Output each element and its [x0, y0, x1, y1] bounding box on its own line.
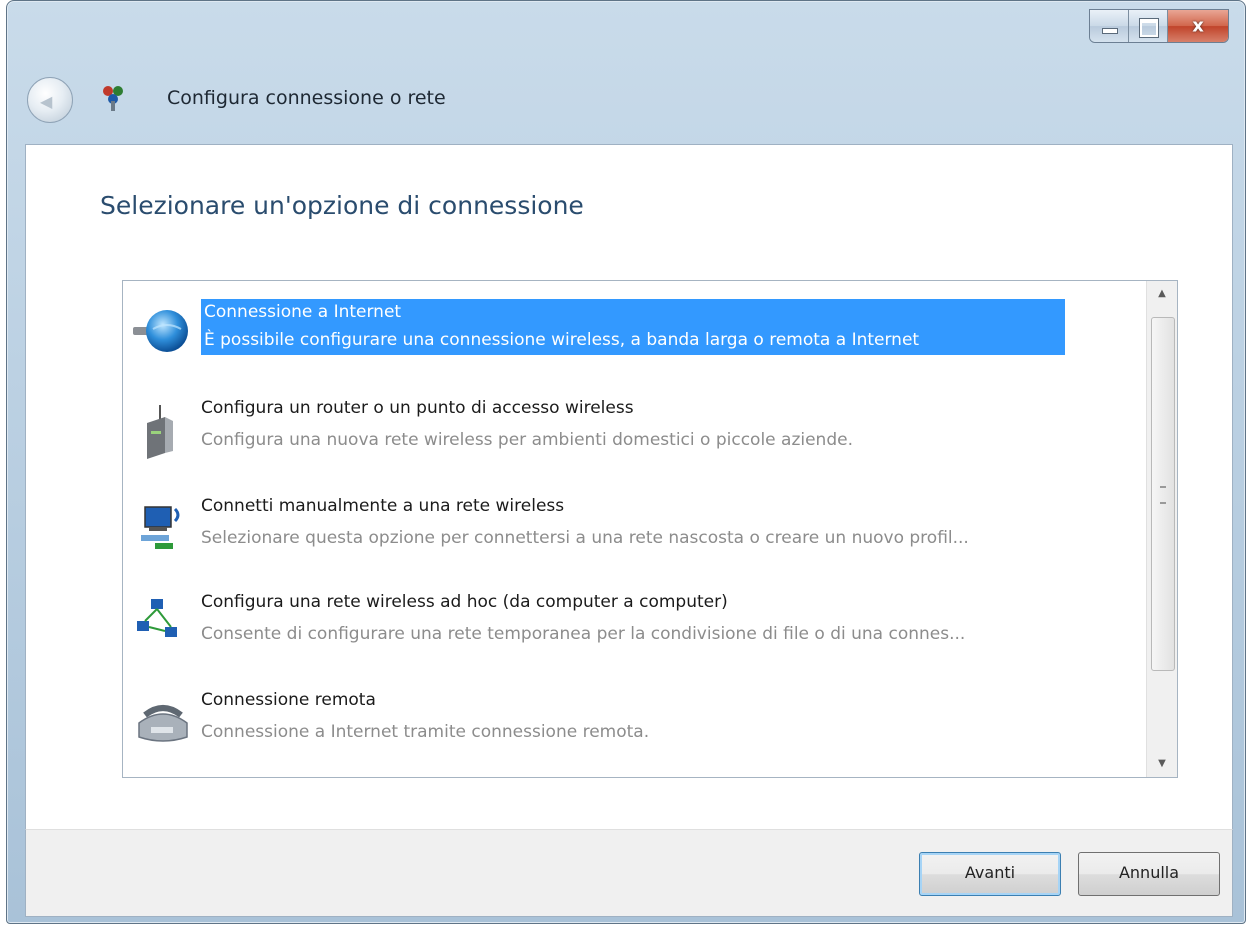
- scrollbar-grip: [1160, 486, 1166, 504]
- caption-buttons: x: [1089, 9, 1229, 43]
- option-description: Configura una nuova rete wireless per am…: [201, 430, 853, 450]
- close-icon: x: [1192, 15, 1204, 37]
- globe-icon: [133, 310, 188, 352]
- option-connessione-remota[interactable]: Connessione remota Connessione a Interne…: [131, 679, 1131, 759]
- scrollbar-thumb[interactable]: [1151, 317, 1175, 671]
- wireless-computer-icon: [141, 506, 180, 549]
- maximize-icon: [1140, 19, 1158, 37]
- vertical-scrollbar[interactable]: ▲ ▼: [1146, 281, 1177, 777]
- option-title: Configura una rete wireless ad hoc (da c…: [201, 592, 728, 612]
- window-title: Configura connessione o rete: [167, 87, 446, 109]
- option-title: Connessione a Internet: [201, 299, 1065, 325]
- cancel-button[interactable]: Annulla: [1078, 852, 1220, 896]
- option-rete-adhoc[interactable]: Configura una rete wireless ad hoc (da c…: [131, 581, 1131, 661]
- setup-connection-window: x ◀ Configura connessione o rete Selezio…: [6, 0, 1246, 924]
- back-button[interactable]: ◀: [27, 77, 73, 123]
- maximize-button[interactable]: [1129, 10, 1168, 42]
- minimize-icon: [1102, 28, 1118, 34]
- minimize-button[interactable]: [1090, 10, 1129, 42]
- dialog-footer: Avanti Annulla: [25, 829, 1233, 917]
- scroll-up-icon[interactable]: ▲: [1147, 281, 1177, 307]
- scroll-down-icon[interactable]: ▼: [1147, 751, 1177, 777]
- network-icon: [103, 86, 123, 111]
- option-description: Selezionare questa opzione per connetter…: [201, 528, 969, 548]
- option-description: È possibile configurare una connessione …: [201, 325, 1065, 355]
- adhoc-network-icon: [137, 599, 177, 637]
- dialup-phone-icon: [138, 705, 188, 742]
- option-configura-router[interactable]: Configura un router o un punto di access…: [131, 387, 1131, 467]
- back-arrow-icon: ◀: [40, 92, 53, 111]
- option-title: Connessione remota: [201, 690, 376, 710]
- option-title: Connetti manualmente a una rete wireless: [201, 496, 565, 516]
- option-connessione-internet[interactable]: Connessione a Internet È possibile confi…: [131, 289, 1131, 369]
- option-description: Connessione a Internet tramite connessio…: [201, 722, 650, 742]
- next-button[interactable]: Avanti: [919, 852, 1061, 896]
- router-icon: [147, 405, 173, 459]
- option-connetti-manualmente[interactable]: Connetti manualmente a una rete wireless…: [131, 485, 1131, 565]
- content-area: Selezionare un'opzione di connessione Co…: [25, 144, 1233, 831]
- connection-options-list[interactable]: Connessione a Internet È possibile confi…: [122, 280, 1178, 778]
- close-button[interactable]: x: [1168, 10, 1228, 42]
- option-title: Configura un router o un punto di access…: [201, 398, 634, 418]
- page-heading: Selezionare un'opzione di connessione: [100, 191, 584, 220]
- option-description: Consente di configurare una rete tempora…: [201, 624, 966, 644]
